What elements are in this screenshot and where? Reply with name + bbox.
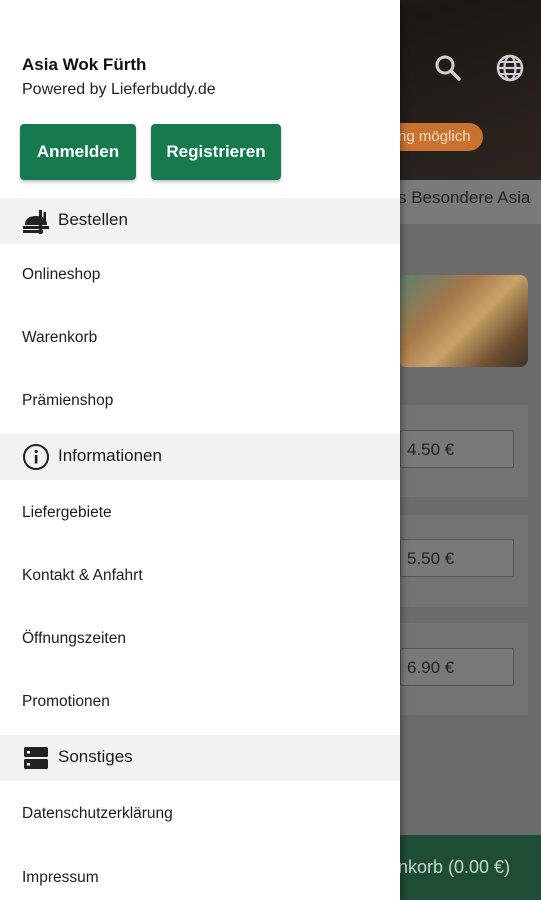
food-tray-icon bbox=[23, 210, 49, 234]
food-image bbox=[398, 275, 528, 367]
menu-item-liefergebiete[interactable]: Liefergebiete bbox=[22, 504, 112, 522]
shop-name: Asia Wok Fürth bbox=[22, 55, 147, 74]
menu-item-praemienshop[interactable]: Prämienshop bbox=[22, 392, 113, 410]
section-title: Bestellen bbox=[58, 210, 128, 229]
server-icon bbox=[24, 747, 48, 769]
section-header-sonstiges: Sonstiges bbox=[0, 735, 400, 781]
login-button[interactable]: Anmelden bbox=[20, 124, 136, 180]
section-title: Sonstiges bbox=[58, 747, 133, 766]
powered-by-text: Powered by Lieferbuddy.de bbox=[22, 81, 216, 98]
price-button[interactable]: 4.50 € bbox=[400, 430, 514, 468]
price-button[interactable]: 6.90 € bbox=[400, 648, 514, 686]
section-header-bestellen: Bestellen bbox=[0, 198, 400, 244]
cart-label: nkorb (0.00 €) bbox=[398, 857, 511, 877]
category-tab[interactable]: s Besondere Asia bbox=[398, 188, 530, 208]
price-button[interactable]: 5.50 € bbox=[400, 539, 514, 577]
menu-item-datenschutz[interactable]: Datenschutzerklärung bbox=[22, 805, 173, 823]
section-title: Informationen bbox=[58, 446, 162, 465]
info-icon bbox=[23, 444, 49, 470]
menu-item-oeffnungszeiten[interactable]: Öffnungszeiten bbox=[22, 630, 126, 648]
menu-item-warenkorb[interactable]: Warenkorb bbox=[22, 329, 97, 347]
menu-item-impressum[interactable]: Impressum bbox=[22, 869, 99, 887]
menu-item-promotionen[interactable]: Promotionen bbox=[22, 693, 110, 711]
register-button[interactable]: Registrieren bbox=[151, 124, 281, 180]
menu-item-onlineshop[interactable]: Onlineshop bbox=[22, 266, 100, 284]
status-badge: ng möglich bbox=[390, 123, 483, 151]
section-header-informationen: Informationen bbox=[0, 434, 400, 480]
navigation-drawer: Asia Wok Fürth Powered by Lieferbuddy.de… bbox=[0, 0, 400, 900]
globe-icon[interactable] bbox=[494, 52, 526, 84]
menu-item-kontakt-anfahrt[interactable]: Kontakt & Anfahrt bbox=[22, 567, 143, 585]
search-icon[interactable] bbox=[432, 52, 464, 84]
